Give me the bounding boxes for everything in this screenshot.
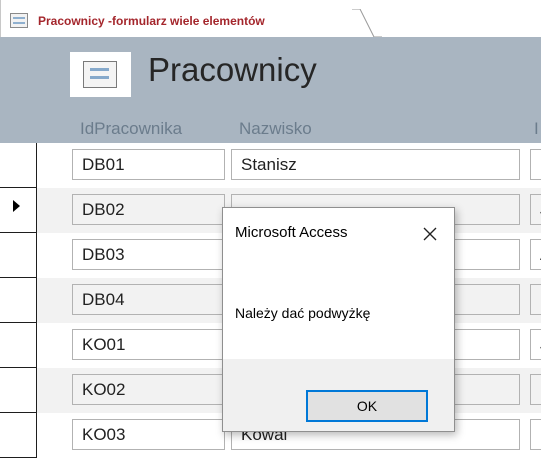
form-title: Pracownicy xyxy=(148,51,317,88)
message-box-dialog: Microsoft Access Należy dać podwyżkę OK xyxy=(222,207,455,432)
next-column-field[interactable]: K xyxy=(530,149,541,180)
idpracownika-field[interactable]: DB01 xyxy=(72,149,225,180)
dialog-button-area: OK xyxy=(223,359,454,431)
form-header: Pracownicy IdPracownika Nazwisko I xyxy=(0,37,541,143)
column-header-nazwisko: Nazwisko xyxy=(239,119,312,138)
next-column-field[interactable]: N xyxy=(530,374,541,405)
document-tab[interactable]: Pracownicy -formularz wiele elementów xyxy=(2,3,382,37)
column-header-next: I xyxy=(534,119,539,138)
record-selector[interactable] xyxy=(0,368,37,413)
tab-strip-divider xyxy=(0,0,1,37)
form-icon xyxy=(83,61,117,88)
idpracownika-field[interactable]: DB04 xyxy=(72,284,225,315)
record-selector[interactable] xyxy=(0,413,37,458)
idpracownika-field[interactable]: DB03 xyxy=(72,239,225,270)
ok-button[interactable]: OK xyxy=(306,390,428,422)
column-header-idpracownika: IdPracownika xyxy=(80,119,183,138)
record-selector[interactable] xyxy=(0,143,37,188)
next-column-field[interactable]: F xyxy=(530,419,541,450)
form-header-icon-box xyxy=(70,52,131,97)
next-column-field[interactable]: A xyxy=(530,239,541,270)
idpracownika-field[interactable]: KO02 xyxy=(72,374,225,405)
next-column-field[interactable]: J xyxy=(530,329,541,360)
idpracownika-field[interactable]: DB02 xyxy=(72,194,225,225)
record-row: DB01 Stanisz K xyxy=(0,143,541,188)
record-selector-current[interactable] xyxy=(0,188,37,233)
tab-edge-decoration xyxy=(352,9,382,37)
dialog-message: Należy dać podwyżkę xyxy=(235,305,371,321)
dialog-title: Microsoft Access xyxy=(235,224,348,241)
nazwisko-field[interactable]: Stanisz xyxy=(231,149,520,180)
next-column-field[interactable]: J xyxy=(530,194,541,225)
idpracownika-field[interactable]: KO01 xyxy=(72,329,225,360)
record-selector[interactable] xyxy=(0,323,37,368)
document-tab-strip: Pracownicy -formularz wiele elementów xyxy=(0,0,541,37)
idpracownika-field[interactable]: KO03 xyxy=(72,419,225,450)
document-tab-title: Pracownicy -formularz wiele elementów xyxy=(38,14,265,28)
next-column-field[interactable]: E xyxy=(530,284,541,315)
form-icon xyxy=(10,13,28,28)
record-selector[interactable] xyxy=(0,278,37,323)
record-selector[interactable] xyxy=(0,233,37,278)
close-icon[interactable] xyxy=(413,217,447,251)
